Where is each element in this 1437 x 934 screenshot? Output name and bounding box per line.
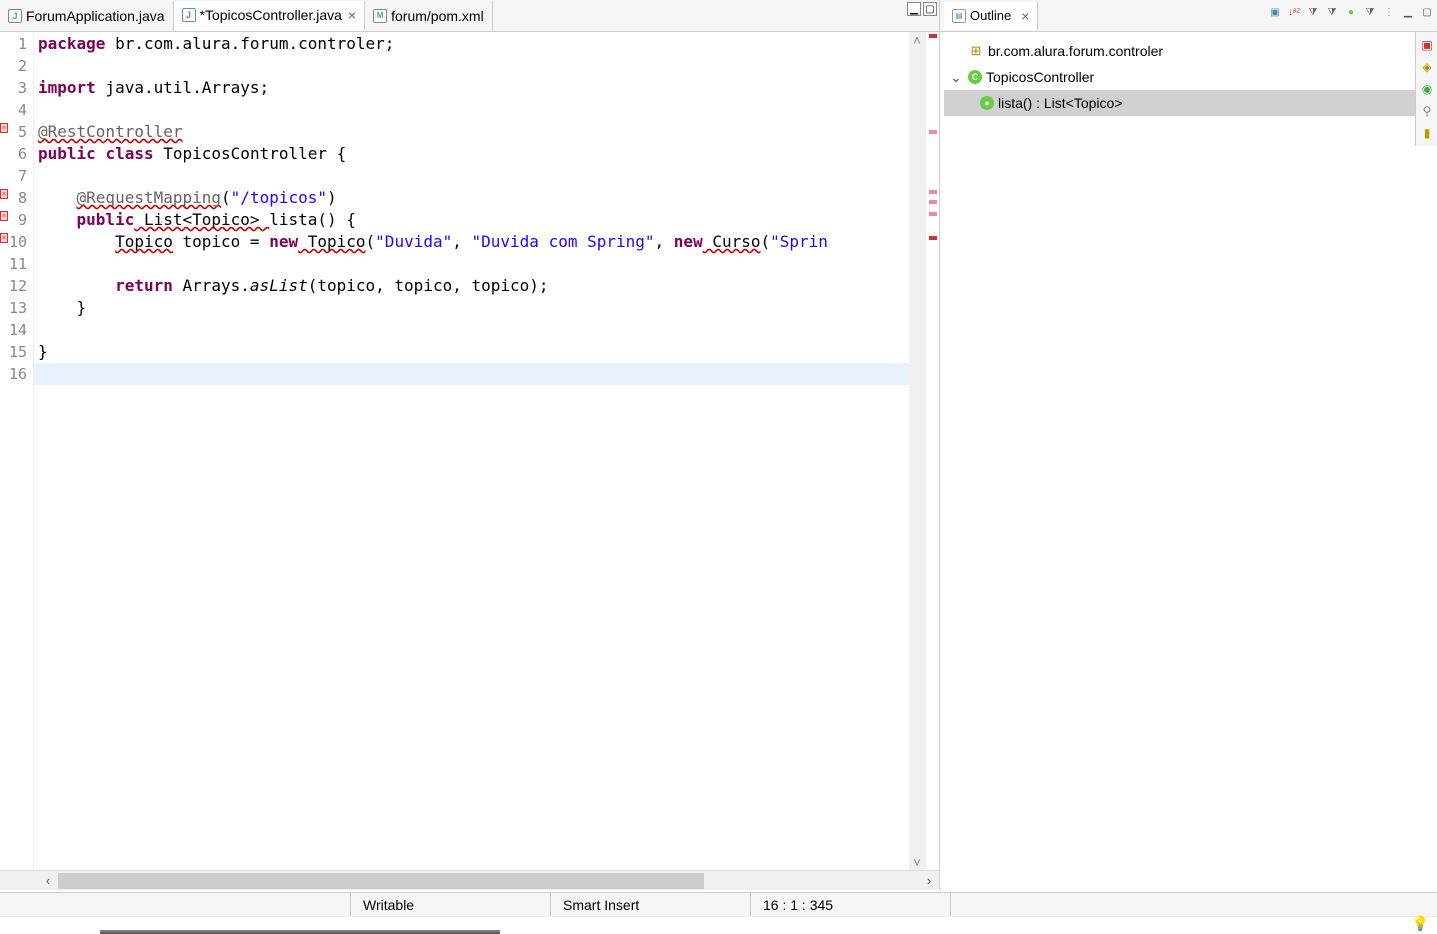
filter-local-icon[interactable]: ⧩ [1362, 4, 1378, 20]
tab-close-icon[interactable]: × [348, 7, 356, 23]
error-marker[interactable] [929, 236, 937, 240]
filter-fields-icon[interactable]: ⧩ [1305, 4, 1321, 20]
view-menu-icon[interactable]: ⋮ [1381, 4, 1397, 20]
tab-forum-application[interactable]: J ForumApplication.java [0, 1, 174, 31]
maximize-button[interactable]: ▢ [923, 2, 937, 16]
java-file-icon: J [8, 9, 22, 23]
outline-close-icon[interactable]: × [1021, 8, 1029, 24]
filter-public-icon[interactable]: ● [1343, 4, 1359, 20]
maximize-icon[interactable]: ▢ [1419, 4, 1435, 20]
outline-title: Outline [970, 8, 1011, 23]
horizontal-scrollbar[interactable]: ‹ › [0, 870, 939, 890]
bottom-bar: 💡 [0, 916, 1437, 934]
error-marker-icon[interactable]: × [0, 123, 8, 133]
collapse-icon[interactable]: ⌄ [950, 69, 964, 86]
task-list-icon[interactable]: ▣ [1418, 36, 1436, 54]
outline-icon: ▤ [952, 9, 966, 23]
status-spacer [950, 893, 1437, 916]
error-marker-icon[interactable]: × [0, 211, 8, 221]
outline-tab[interactable]: ▤ Outline × [944, 2, 1038, 30]
outline-tree[interactable]: br.com.alura.forum.controler ⌄ C Topicos… [940, 32, 1437, 890]
minimize-button[interactable]: ▁ [907, 2, 921, 16]
debug-icon[interactable]: ◉ [1418, 80, 1436, 98]
overview-ruler[interactable] [925, 32, 939, 870]
focus-icon[interactable]: ▣ [1267, 4, 1283, 20]
status-insert-mode: Smart Insert [550, 893, 750, 916]
status-bar: Writable Smart Insert 16 : 1 : 345 [0, 892, 1437, 916]
marker[interactable] [929, 190, 937, 194]
outline-panel: ▤ Outline × ▣ ↓ᵃᶻ ⧩ ⧩ ● ⧩ ⋮ ▁ ▢ br.com.a… [940, 0, 1437, 890]
line-number-gutter: 1 2 3 4 5 6 7 8 9 10 11 12 13 14 15 16 [0, 32, 34, 870]
tab-pom-xml[interactable]: M forum/pom.xml [365, 1, 493, 31]
tab-label: forum/pom.xml [391, 8, 484, 24]
status-cursor-position: 16 : 1 : 345 [750, 893, 950, 916]
error-marker-icon[interactable]: × [0, 233, 8, 243]
vertical-scrollbar[interactable]: ˄ ˅ [909, 32, 925, 870]
code-editor[interactable]: × × × × 1 2 3 4 5 6 7 8 9 10 11 12 13 14 [0, 32, 939, 870]
coverage-icon[interactable]: ◈ [1418, 58, 1436, 76]
outline-header: ▤ Outline × ▣ ↓ᵃᶻ ⧩ ⧩ ● ⧩ ⋮ ▁ ▢ [940, 0, 1437, 32]
scroll-left-icon[interactable]: ‹ [38, 873, 58, 888]
xml-file-icon: M [373, 9, 387, 23]
progress-accent [100, 930, 500, 934]
marker[interactable] [929, 200, 937, 204]
minimize-icon[interactable]: ▁ [1400, 4, 1416, 20]
status-empty [0, 893, 350, 916]
right-toolbar: ▣ ◈ ◉ ⚲ ▮ [1415, 32, 1437, 146]
editor-tab-bar: J ForumApplication.java J *TopicosContro… [0, 0, 939, 32]
marker[interactable] [929, 212, 937, 216]
outline-method[interactable]: ● lista() : List<Topico> [944, 90, 1433, 116]
search-icon[interactable]: ⚲ [1418, 102, 1436, 120]
java-file-icon: J [182, 8, 196, 22]
error-marker[interactable] [929, 34, 937, 38]
editor-panel: J ForumApplication.java J *TopicosContro… [0, 0, 940, 890]
outline-class[interactable]: ⌄ C TopicosController [944, 64, 1433, 90]
scrollbar-thumb[interactable] [58, 873, 704, 889]
bookmark-icon[interactable]: ▮ [1418, 124, 1436, 142]
marker[interactable] [929, 130, 937, 134]
code-text-area[interactable]: package br.com.alura.forum.controler; im… [34, 32, 909, 870]
hint-bulb-icon[interactable]: 💡 [1412, 915, 1429, 932]
filter-static-icon[interactable]: ⧩ [1324, 4, 1340, 20]
package-icon [968, 43, 984, 59]
scroll-right-icon[interactable]: › [919, 873, 939, 888]
tab-label: ForumApplication.java [26, 8, 165, 24]
tab-label: *TopicosController.java [200, 7, 342, 23]
scroll-up-icon[interactable]: ˄ [909, 32, 925, 48]
error-marker-icon[interactable]: × [0, 189, 8, 199]
sort-icon[interactable]: ↓ᵃᶻ [1286, 4, 1302, 20]
scroll-down-icon[interactable]: ˅ [909, 854, 925, 870]
method-icon: ● [980, 96, 994, 110]
tab-topicos-controller[interactable]: J *TopicosController.java × [174, 1, 366, 31]
outline-package[interactable]: br.com.alura.forum.controler [944, 38, 1433, 64]
class-icon: C [968, 70, 982, 84]
status-writable: Writable [350, 893, 550, 916]
